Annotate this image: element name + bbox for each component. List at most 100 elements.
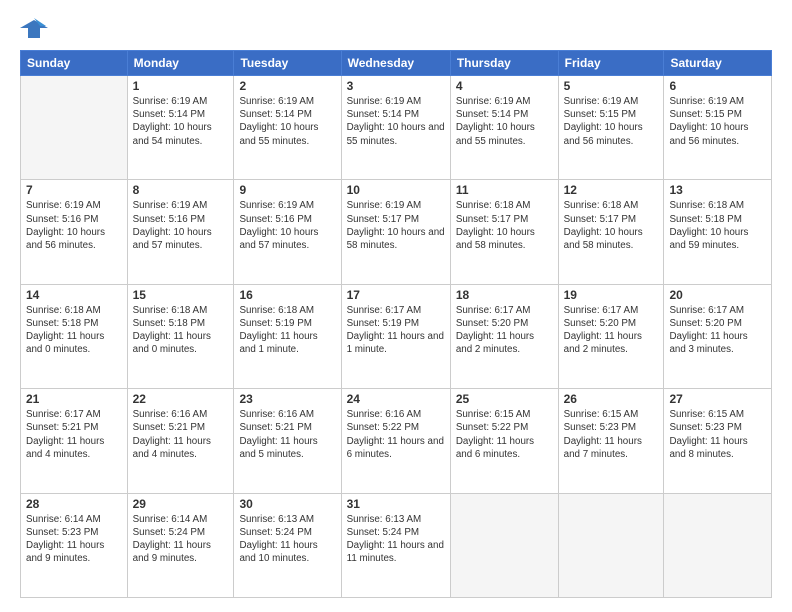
- day-detail: Sunrise: 6:16 AM Sunset: 5:21 PM Dayligh…: [133, 408, 229, 461]
- calendar-cell: [664, 493, 772, 597]
- day-number: 8: [133, 183, 229, 197]
- calendar-cell: [558, 493, 664, 597]
- day-detail: Sunrise: 6:15 AM Sunset: 5:22 PM Dayligh…: [456, 408, 553, 461]
- day-detail: Sunrise: 6:17 AM Sunset: 5:19 PM Dayligh…: [347, 304, 445, 357]
- calendar-cell: 28 Sunrise: 6:14 AM Sunset: 5:23 PM Dayli…: [21, 493, 128, 597]
- week-row-1: 1 Sunrise: 6:19 AM Sunset: 5:14 PM Daylig…: [21, 76, 772, 180]
- day-number: 19: [564, 288, 659, 302]
- day-number: 14: [26, 288, 122, 302]
- day-number: 1: [133, 79, 229, 93]
- day-number: 27: [669, 392, 766, 406]
- calendar-cell: 1 Sunrise: 6:19 AM Sunset: 5:14 PM Daylig…: [127, 76, 234, 180]
- calendar-cell: 16 Sunrise: 6:18 AM Sunset: 5:19 PM Dayli…: [234, 284, 341, 388]
- day-detail: Sunrise: 6:17 AM Sunset: 5:21 PM Dayligh…: [26, 408, 122, 461]
- day-detail: Sunrise: 6:19 AM Sunset: 5:16 PM Dayligh…: [239, 199, 335, 252]
- day-number: 21: [26, 392, 122, 406]
- calendar-cell: 19 Sunrise: 6:17 AM Sunset: 5:20 PM Dayli…: [558, 284, 664, 388]
- day-number: 30: [239, 497, 335, 511]
- day-detail: Sunrise: 6:17 AM Sunset: 5:20 PM Dayligh…: [456, 304, 553, 357]
- day-number: 13: [669, 183, 766, 197]
- calendar-cell: 3 Sunrise: 6:19 AM Sunset: 5:14 PM Daylig…: [341, 76, 450, 180]
- week-row-2: 7 Sunrise: 6:19 AM Sunset: 5:16 PM Daylig…: [21, 180, 772, 284]
- logo: [20, 18, 52, 40]
- day-number: 25: [456, 392, 553, 406]
- calendar-cell: 10 Sunrise: 6:19 AM Sunset: 5:17 PM Dayli…: [341, 180, 450, 284]
- calendar-cell: 22 Sunrise: 6:16 AM Sunset: 5:21 PM Dayli…: [127, 389, 234, 493]
- calendar-cell: 12 Sunrise: 6:18 AM Sunset: 5:17 PM Dayli…: [558, 180, 664, 284]
- weekday-header-friday: Friday: [558, 51, 664, 76]
- day-detail: Sunrise: 6:18 AM Sunset: 5:19 PM Dayligh…: [239, 304, 335, 357]
- calendar-cell: 7 Sunrise: 6:19 AM Sunset: 5:16 PM Daylig…: [21, 180, 128, 284]
- calendar-cell: 17 Sunrise: 6:17 AM Sunset: 5:19 PM Dayli…: [341, 284, 450, 388]
- day-detail: Sunrise: 6:18 AM Sunset: 5:18 PM Dayligh…: [133, 304, 229, 357]
- day-number: 18: [456, 288, 553, 302]
- day-number: 11: [456, 183, 553, 197]
- calendar-cell: 29Sunrise: 6:14 AM Sunset: 5:24 PM Dayli…: [127, 493, 234, 597]
- calendar-cell: 20Sunrise: 6:17 AM Sunset: 5:20 PM Dayli…: [664, 284, 772, 388]
- day-number: 4: [456, 79, 553, 93]
- calendar-cell: [21, 76, 128, 180]
- day-number: 16: [239, 288, 335, 302]
- calendar-cell: 9 Sunrise: 6:19 AM Sunset: 5:16 PM Daylig…: [234, 180, 341, 284]
- calendar-cell: 6 Sunrise: 6:19 AM Sunset: 5:15 PM Daylig…: [664, 76, 772, 180]
- day-number: 10: [347, 183, 445, 197]
- day-detail: Sunrise: 6:13 AM Sunset: 5:24 PM Dayligh…: [239, 513, 335, 566]
- day-number: 28: [26, 497, 122, 511]
- weekday-header-row: SundayMondayTuesdayWednesdayThursdayFrid…: [21, 51, 772, 76]
- header: [20, 18, 772, 40]
- day-detail: Sunrise: 6:18 AM Sunset: 5:18 PM Dayligh…: [669, 199, 766, 252]
- weekday-header-sunday: Sunday: [21, 51, 128, 76]
- day-detail: Sunrise: 6:17 AM Sunset: 5:20 PM Dayligh…: [669, 304, 766, 357]
- day-number: 7: [26, 183, 122, 197]
- day-detail: Sunrise: 6:19 AM Sunset: 5:14 PM Dayligh…: [133, 95, 229, 148]
- weekday-header-thursday: Thursday: [450, 51, 558, 76]
- day-detail: Sunrise: 6:16 AM Sunset: 5:21 PM Dayligh…: [239, 408, 335, 461]
- weekday-header-tuesday: Tuesday: [234, 51, 341, 76]
- calendar-cell: 25 Sunrise: 6:15 AM Sunset: 5:22 PM Dayli…: [450, 389, 558, 493]
- calendar-cell: [450, 493, 558, 597]
- day-detail: Sunrise: 6:14 AM Sunset: 5:24 PM Dayligh…: [133, 513, 229, 566]
- day-detail: Sunrise: 6:16 AM Sunset: 5:22 PM Dayligh…: [347, 408, 445, 461]
- day-detail: Sunrise: 6:19 AM Sunset: 5:15 PM Dayligh…: [564, 95, 659, 148]
- day-detail: Sunrise: 6:19 AM Sunset: 5:14 PM Dayligh…: [347, 95, 445, 148]
- day-number: 12: [564, 183, 659, 197]
- day-detail: Sunrise: 6:17 AM Sunset: 5:20 PM Dayligh…: [564, 304, 659, 357]
- day-detail: Sunrise: 6:18 AM Sunset: 5:18 PM Dayligh…: [26, 304, 122, 357]
- day-number: 9: [239, 183, 335, 197]
- day-detail: Sunrise: 6:15 AM Sunset: 5:23 PM Dayligh…: [669, 408, 766, 461]
- day-detail: Sunrise: 6:19 AM Sunset: 5:17 PM Dayligh…: [347, 199, 445, 252]
- calendar-cell: 15Sunrise: 6:18 AM Sunset: 5:18 PM Dayli…: [127, 284, 234, 388]
- day-number: 3: [347, 79, 445, 93]
- weekday-header-wednesday: Wednesday: [341, 51, 450, 76]
- day-number: 17: [347, 288, 445, 302]
- day-number: 31: [347, 497, 445, 511]
- day-detail: Sunrise: 6:13 AM Sunset: 5:24 PM Dayligh…: [347, 513, 445, 566]
- calendar-cell: 21 Sunrise: 6:17 AM Sunset: 5:21 PM Dayli…: [21, 389, 128, 493]
- day-detail: Sunrise: 6:15 AM Sunset: 5:23 PM Dayligh…: [564, 408, 659, 461]
- day-number: 26: [564, 392, 659, 406]
- calendar-cell: 27 Sunrise: 6:15 AM Sunset: 5:23 PM Dayli…: [664, 389, 772, 493]
- day-detail: Sunrise: 6:14 AM Sunset: 5:23 PM Dayligh…: [26, 513, 122, 566]
- day-detail: Sunrise: 6:18 AM Sunset: 5:17 PM Dayligh…: [564, 199, 659, 252]
- calendar-table: SundayMondayTuesdayWednesdayThursdayFrid…: [20, 50, 772, 598]
- day-detail: Sunrise: 6:19 AM Sunset: 5:15 PM Dayligh…: [669, 95, 766, 148]
- day-number: 22: [133, 392, 229, 406]
- logo-icon: [20, 18, 48, 40]
- day-detail: Sunrise: 6:19 AM Sunset: 5:16 PM Dayligh…: [26, 199, 122, 252]
- week-row-5: 28 Sunrise: 6:14 AM Sunset: 5:23 PM Dayli…: [21, 493, 772, 597]
- calendar-cell: 31 Sunrise: 6:13 AM Sunset: 5:24 PM Dayli…: [341, 493, 450, 597]
- calendar-cell: 8 Sunrise: 6:19 AM Sunset: 5:16 PM Daylig…: [127, 180, 234, 284]
- calendar-cell: 18 Sunrise: 6:17 AM Sunset: 5:20 PM Dayli…: [450, 284, 558, 388]
- calendar-cell: 11Sunrise: 6:18 AM Sunset: 5:17 PM Dayli…: [450, 180, 558, 284]
- calendar-cell: 26 Sunrise: 6:15 AM Sunset: 5:23 PM Dayli…: [558, 389, 664, 493]
- week-row-3: 14 Sunrise: 6:18 AM Sunset: 5:18 PM Dayli…: [21, 284, 772, 388]
- day-detail: Sunrise: 6:19 AM Sunset: 5:16 PM Dayligh…: [133, 199, 229, 252]
- day-number: 6: [669, 79, 766, 93]
- page: SundayMondayTuesdayWednesdayThursdayFrid…: [0, 0, 792, 612]
- calendar-cell: 2Sunrise: 6:19 AM Sunset: 5:14 PM Daylig…: [234, 76, 341, 180]
- calendar-cell: 14 Sunrise: 6:18 AM Sunset: 5:18 PM Dayli…: [21, 284, 128, 388]
- day-number: 5: [564, 79, 659, 93]
- day-number: 24: [347, 392, 445, 406]
- weekday-header-monday: Monday: [127, 51, 234, 76]
- day-number: 23: [239, 392, 335, 406]
